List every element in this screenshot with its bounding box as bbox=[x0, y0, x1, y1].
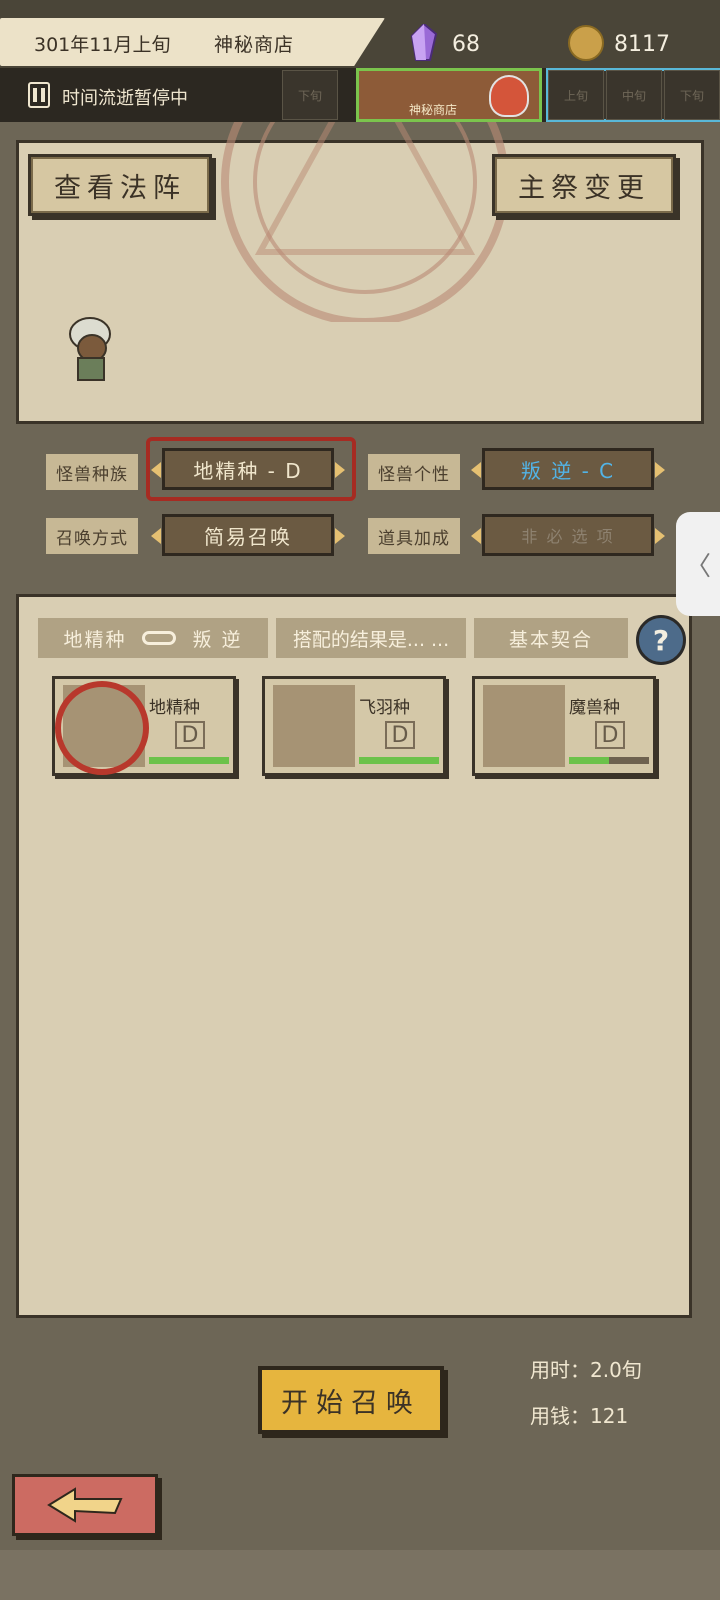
combo-race: 地精种 bbox=[63, 628, 127, 651]
item-value: 非 必 选 项 bbox=[521, 527, 615, 546]
location-name: 神秘商店 bbox=[214, 34, 295, 56]
back-arrow-icon bbox=[47, 1487, 123, 1523]
card-grade: D bbox=[595, 721, 625, 749]
shop-slot-label: 神秘商店 bbox=[409, 103, 458, 117]
next-arrow-icon[interactable] bbox=[335, 462, 345, 478]
selected-ring bbox=[55, 681, 149, 775]
change-priest-button[interactable]: 主祭变更 bbox=[492, 154, 676, 216]
result-tag: 搭配的结果是... ... bbox=[276, 618, 466, 658]
game-date: 301年11月上旬 bbox=[34, 34, 171, 56]
card-name: 魔兽种 bbox=[569, 698, 620, 718]
beast-icon bbox=[483, 685, 565, 767]
prev-arrow-icon[interactable] bbox=[471, 528, 481, 544]
priest-character-sprite bbox=[69, 317, 111, 381]
side-drawer-tab[interactable]: 〈 bbox=[676, 512, 720, 616]
combo-personality: 叛 逆 bbox=[192, 628, 243, 651]
wings-icon bbox=[273, 685, 355, 767]
magic-circle-icon bbox=[221, 122, 509, 322]
coin-count: 8117 bbox=[614, 32, 670, 57]
next-arrow-icon[interactable] bbox=[655, 528, 665, 544]
card-grade: D bbox=[385, 721, 415, 749]
timeline-slot-mid: 中旬 bbox=[606, 70, 662, 120]
personality-value: 叛 逆 - C bbox=[520, 458, 616, 483]
card-name: 地精种 bbox=[149, 698, 200, 718]
start-summon-button[interactable]: 开始召唤 bbox=[258, 1366, 444, 1434]
contract-tag: 基本契合 bbox=[474, 618, 628, 658]
prev-arrow-icon[interactable] bbox=[151, 462, 161, 478]
view-circle-button[interactable]: 查看法阵 bbox=[28, 154, 212, 216]
item-label: 道具加成 bbox=[368, 518, 460, 554]
method-selector[interactable]: 简易召唤 bbox=[151, 514, 345, 556]
next-arrow-icon[interactable] bbox=[335, 528, 345, 544]
personality-label: 怪兽个性 bbox=[368, 454, 460, 490]
race-card-beast[interactable]: 魔兽种 D bbox=[472, 676, 656, 776]
money-cost: 用钱：121 bbox=[530, 1404, 629, 1428]
method-value: 简易召唤 bbox=[204, 524, 292, 549]
item-selector[interactable]: 非 必 选 项 bbox=[471, 514, 665, 556]
gold-coin-icon bbox=[568, 25, 604, 61]
personality-selector[interactable]: 叛 逆 - C bbox=[471, 448, 665, 490]
time-status: 时间流逝暂停中 bbox=[62, 88, 188, 109]
link-icon bbox=[142, 631, 177, 645]
bottom-border bbox=[0, 1550, 720, 1600]
crystal-count: 68 bbox=[452, 32, 480, 57]
card-progress bbox=[569, 757, 649, 764]
timeline-slot-late: 下旬 bbox=[664, 70, 720, 120]
help-icon[interactable]: ? bbox=[636, 615, 686, 665]
timeline-slot-early: 上旬 bbox=[548, 70, 604, 120]
timeline-slot-prev: 下旬 bbox=[282, 70, 338, 120]
shopkeeper-portrait-icon bbox=[489, 75, 529, 117]
method-label: 召唤方式 bbox=[46, 518, 138, 554]
card-name: 飞羽种 bbox=[359, 698, 410, 718]
card-progress bbox=[149, 757, 229, 764]
prev-arrow-icon[interactable] bbox=[151, 528, 161, 544]
race-card-feather[interactable]: 飞羽种 D bbox=[262, 676, 446, 776]
prev-arrow-icon[interactable] bbox=[471, 462, 481, 478]
next-arrow-icon[interactable] bbox=[655, 462, 665, 478]
race-label: 怪兽种族 bbox=[46, 454, 138, 490]
back-button[interactable] bbox=[12, 1474, 158, 1536]
race-selector[interactable]: 地精种 - D bbox=[151, 448, 345, 490]
race-card-goblin[interactable]: 地精种 D bbox=[52, 676, 236, 776]
timeline-shop-slot[interactable]: 神秘商店 bbox=[356, 68, 542, 122]
time-cost: 用时：2.0旬 bbox=[530, 1358, 642, 1382]
card-grade: D bbox=[175, 721, 205, 749]
race-value: 地精种 - D bbox=[193, 458, 303, 483]
combo-tag: 地精种 叛 逆 bbox=[38, 618, 268, 658]
purple-crystal-icon bbox=[410, 24, 438, 61]
card-progress bbox=[359, 757, 439, 764]
pause-icon[interactable] bbox=[28, 82, 50, 108]
